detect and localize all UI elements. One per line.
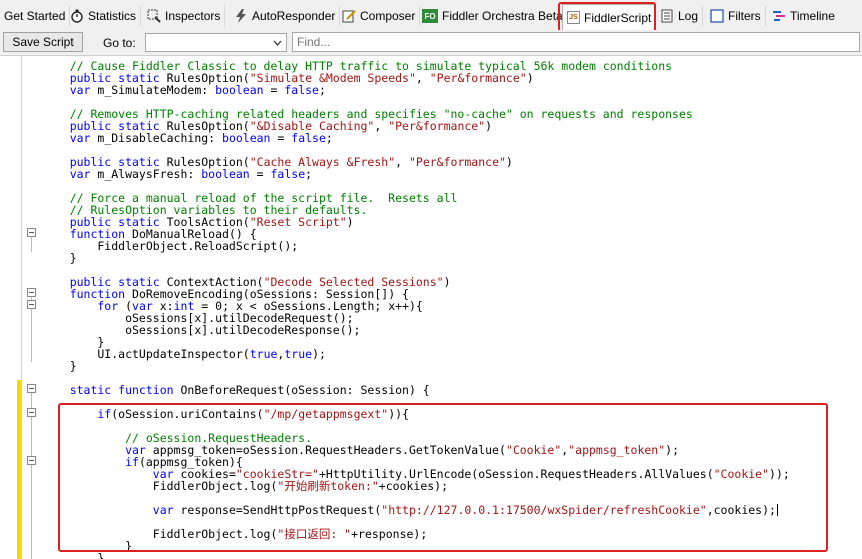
find-input[interactable]: [292, 32, 860, 52]
code-line: }: [42, 360, 857, 372]
code-token: m_SimulateModem:: [97, 83, 216, 97]
code-token: ;: [318, 83, 326, 97]
code-token: boolean: [215, 83, 264, 97]
checkbox-icon: [710, 9, 724, 23]
script-editor[interactable]: // Cause Fiddler Classic to delay HTTP t…: [0, 56, 862, 559]
tab-fiddler-orchestra[interactable]: FO Fiddler Orchestra Beta: [418, 5, 568, 27]
tab-label: Get Started: [4, 9, 66, 23]
code-token: ,: [395, 155, 409, 169]
code-token: m_AlwaysFresh:: [97, 167, 202, 181]
tab-autoresponder[interactable]: AutoResponder: [230, 5, 341, 27]
modified-lines-bar: [17, 380, 21, 559]
fold-toggle[interactable]: [27, 288, 36, 297]
code-token: ): [526, 71, 534, 85]
code-line: }: [42, 252, 857, 264]
tab-label: Filters: [728, 9, 761, 23]
tab-filters[interactable]: Filters: [706, 5, 766, 27]
save-script-button[interactable]: Save Script: [3, 32, 83, 52]
code-token: true: [249, 347, 278, 361]
compose-icon: [342, 9, 356, 23]
code-token: ): [485, 119, 493, 133]
tab-label: Timeline: [790, 9, 835, 23]
code-token: );: [312, 347, 326, 361]
fo-icon: FO: [422, 9, 438, 23]
code-token: var: [42, 167, 98, 181]
fold-toggle[interactable]: [27, 228, 36, 237]
tab-statistics[interactable]: Statistics: [66, 5, 142, 27]
code-token: var: [42, 83, 98, 97]
fold-guide: [31, 393, 32, 559]
code-token: =: [270, 131, 292, 145]
code-token: ): [505, 155, 513, 169]
code-token: m_DisableCaching:: [97, 131, 223, 145]
inspect-icon: [147, 9, 161, 23]
gutter-divider: [21, 56, 22, 559]
goto-label: Go to:: [103, 36, 136, 50]
tab-label: Statistics: [88, 9, 137, 23]
tab-label: Composer: [360, 9, 416, 23]
tab-get-started[interactable]: Get Started: [0, 5, 71, 27]
chevron-down-icon: [270, 34, 284, 51]
code-token: var: [42, 131, 98, 145]
tab-label: Inspectors: [165, 9, 221, 23]
code-token: ): [346, 215, 354, 229]
code-token: ;: [325, 131, 333, 145]
code-line: var m_AlwaysFresh: boolean = false;: [42, 168, 857, 180]
code-token: ,: [415, 71, 430, 85]
code-token: ): [443, 275, 451, 289]
code-token: "Reset Script": [249, 215, 347, 229]
goto-dropdown[interactable]: [145, 33, 287, 52]
code-token: }: [42, 551, 105, 559]
tab-bar: Get Started Statistics Inspectors AutoRe…: [0, 0, 862, 32]
fold-toggle[interactable]: [27, 456, 36, 465]
tab-label: Log: [678, 9, 699, 23]
tab-highlight-annotation: [558, 2, 656, 32]
code-token: ;: [305, 167, 313, 181]
timeline-icon: [772, 9, 786, 23]
code-token: boolean: [222, 131, 271, 145]
code-token: =: [263, 83, 285, 97]
code-token: false: [270, 167, 306, 181]
code-token: }: [42, 359, 77, 373]
stopwatch-icon: [70, 9, 84, 23]
code-token: boolean: [201, 167, 250, 181]
code-line: var m_SimulateModem: boolean = false;: [42, 84, 857, 96]
code-line: UI.actUpdateInspector(true,true);: [42, 348, 857, 360]
code-token: "Per&formance": [408, 155, 506, 169]
lightning-icon: [234, 9, 248, 23]
fold-toggle[interactable]: [27, 300, 36, 309]
code-line: static function OnBeforeRequest(oSession…: [42, 384, 857, 396]
tab-timeline[interactable]: Timeline: [768, 5, 839, 27]
code-token: FiddlerObject.ReloadScript();: [42, 239, 299, 253]
tab-label: AutoResponder: [252, 9, 336, 23]
tab-inspectors[interactable]: Inspectors: [143, 5, 226, 27]
script-toolbar: Save Script Go to:: [0, 30, 862, 56]
fold-toggle[interactable]: [27, 384, 36, 393]
code-highlight-annotation: [58, 403, 828, 552]
tab-label: Fiddler Orchestra Beta: [442, 9, 563, 23]
code-token: false: [291, 131, 326, 145]
tab-composer[interactable]: Composer: [338, 5, 421, 27]
tab-log[interactable]: Log: [656, 5, 704, 27]
code-token: "Per&formance": [429, 71, 527, 85]
code-token: static function: [42, 383, 181, 397]
code-token: OnBeforeRequest(oSession: Session) {: [180, 383, 430, 397]
code-line: FiddlerObject.ReloadScript();: [42, 240, 857, 252]
fold-guide: [31, 237, 32, 252]
code-token: }: [42, 251, 77, 265]
fold-toggle[interactable]: [27, 408, 36, 417]
code-token: =: [249, 167, 271, 181]
code-line: var m_DisableCaching: boolean = false;: [42, 132, 857, 144]
code-token: false: [284, 83, 319, 97]
code-line: oSessions[x].utilDecodeResponse();: [42, 324, 857, 336]
log-icon: [660, 9, 674, 23]
code-line: }: [42, 552, 857, 559]
code-token: ,: [374, 119, 389, 133]
code-token: true: [284, 347, 313, 361]
code-token: "Per&formance": [388, 119, 486, 133]
